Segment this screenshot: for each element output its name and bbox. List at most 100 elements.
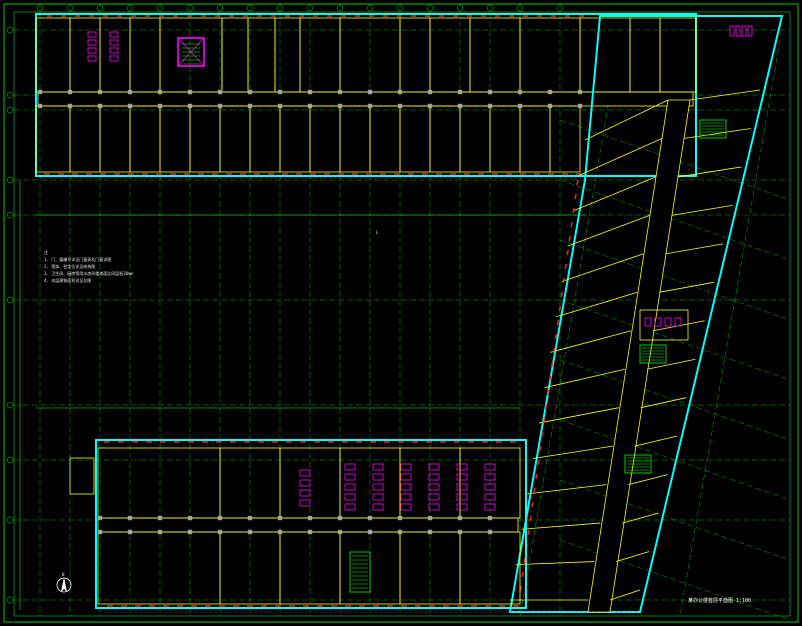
- drawing-title: 某办公楼首层平面图 1:100: [688, 597, 751, 604]
- axis-bubble: [156, 4, 164, 12]
- room-north-lower: [69, 105, 101, 173]
- room-north-upper: [69, 17, 101, 93]
- window-tick: [527, 529, 530, 536]
- toilet-fixture: [664, 317, 672, 327]
- window-tick: [568, 235, 571, 242]
- column: [427, 529, 433, 535]
- axis-bubble: [6, 211, 14, 219]
- column: [397, 103, 403, 109]
- window-tick: [540, 431, 544, 438]
- column: [277, 89, 283, 95]
- column: [457, 89, 463, 95]
- room-north-upper: [247, 17, 276, 93]
- note-line-3: 3. 卫生间、厨房等用水房间楼地面比同层低20mm: [44, 270, 133, 276]
- axis-bubble: [36, 4, 44, 12]
- axis-bubble: [66, 4, 74, 12]
- column: [157, 89, 163, 95]
- room-north-lower: [549, 105, 581, 173]
- east-room-wall: [616, 551, 650, 562]
- east-room-wall: [561, 253, 644, 282]
- room-north-lower: [159, 105, 191, 173]
- axis-bubble: [306, 4, 314, 12]
- column: [397, 89, 403, 95]
- column: [127, 515, 133, 521]
- toilet-fixture: [87, 55, 97, 62]
- east-room-wall: [683, 128, 751, 139]
- toilet-fixture: [400, 473, 412, 481]
- axis-bubble: [556, 4, 564, 12]
- window-tick: [533, 487, 536, 494]
- window-tick: [550, 361, 554, 368]
- toilet-fixture: [428, 503, 440, 511]
- column: [217, 89, 223, 95]
- axis-bubble: [216, 4, 224, 12]
- toilet-fixture: [428, 493, 440, 501]
- axis-bubble: [6, 401, 14, 409]
- window-tick: [554, 333, 558, 340]
- column: [457, 529, 463, 535]
- toilet-fixture: [372, 463, 384, 471]
- room-south-upper: [97, 447, 221, 519]
- room-north-lower: [129, 105, 161, 173]
- east-room-wall: [665, 243, 724, 255]
- window-tick: [552, 347, 556, 354]
- window-tick: [560, 291, 564, 298]
- east-room-wall: [609, 589, 641, 601]
- column: [97, 515, 103, 521]
- column: [187, 89, 193, 95]
- room-north-upper: [274, 17, 301, 93]
- axis-bubble: [486, 4, 494, 12]
- room-north-lower: [99, 105, 131, 173]
- east-room-wall: [567, 215, 650, 247]
- east-room-wall: [521, 522, 601, 530]
- column: [337, 103, 343, 109]
- east-room-wall: [628, 474, 668, 486]
- column: [337, 89, 343, 95]
- axis-bubble: [6, 296, 14, 304]
- room-north-lower: [489, 105, 521, 173]
- window-tick: [558, 305, 562, 312]
- window-tick: [544, 403, 548, 410]
- note-line-1: 1. 门、窗编号详见门窗表及门窗详图: [44, 256, 111, 262]
- room-north-lower: [309, 105, 341, 173]
- room-north-upper: [659, 17, 697, 93]
- column: [127, 529, 133, 535]
- axis-bubble: [456, 4, 464, 12]
- toilet-fixture: [372, 483, 384, 491]
- column: [337, 515, 343, 521]
- toilet-fixture: [372, 493, 384, 501]
- toilet-fixture: [456, 463, 468, 471]
- axis-bubble: [6, 176, 14, 184]
- window-tick: [572, 207, 575, 214]
- toilet-fixture: [428, 483, 440, 491]
- window-tick: [574, 193, 577, 200]
- toilet-fixture: [456, 483, 468, 491]
- toilet-fixture: [428, 463, 440, 471]
- column: [157, 103, 163, 109]
- room-north-lower: [339, 105, 371, 173]
- column: [427, 103, 433, 109]
- window-tick: [556, 319, 560, 326]
- courtyard-label: L: [376, 230, 379, 235]
- toilet-fixture: [741, 25, 747, 37]
- east-room-wall: [533, 445, 613, 459]
- axis-bubble: [6, 106, 14, 114]
- column: [367, 529, 373, 535]
- toilet-fixture: [299, 479, 311, 487]
- east-room-wall: [671, 204, 733, 216]
- toilet-fixture: [456, 493, 468, 501]
- axis-bubble: [186, 4, 194, 12]
- column: [307, 89, 313, 95]
- column: [487, 89, 493, 95]
- north-corridor: [37, 91, 694, 107]
- column: [517, 89, 523, 95]
- toilet-fixture: [109, 39, 119, 46]
- window-tick: [542, 417, 546, 424]
- room-north-upper: [429, 17, 471, 93]
- north-wing: [35, 13, 753, 179]
- floor-plan-canvas: 注 1. 门、窗编号详见门窗表及门窗详图 2. 墙体、柱定位详见结构图 3. 卫…: [0, 0, 802, 626]
- window-tick: [546, 389, 550, 396]
- column: [97, 103, 103, 109]
- toilet-fixture: [344, 463, 356, 471]
- room-north-upper: [399, 17, 431, 93]
